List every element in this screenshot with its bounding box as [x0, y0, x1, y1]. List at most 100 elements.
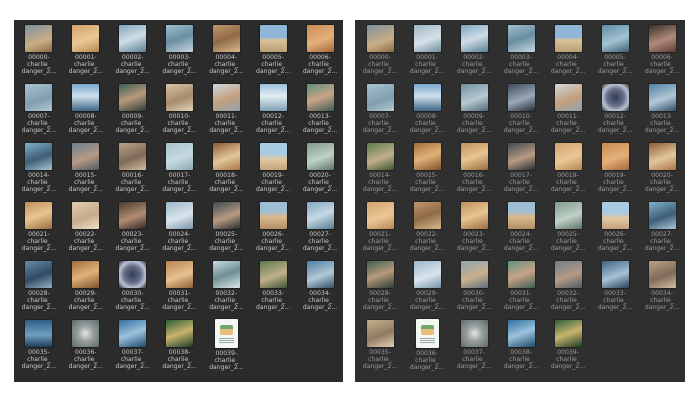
file-name-line: danger_2...: [362, 186, 398, 194]
file-item[interactable]: 00035- charlie_ danger_2...: [357, 319, 403, 375]
file-item[interactable]: 00039- charlie_ danger_2...: [545, 319, 591, 375]
file-item[interactable]: 00001- charlie_ danger_2...: [63, 24, 109, 80]
file-item[interactable]: 00028- charlie_ danger_2...: [357, 260, 403, 316]
file-item[interactable]: 00038- charlie_ danger_2...: [498, 319, 544, 375]
file-item[interactable]: 00026- charlie_ danger_2...: [592, 201, 638, 257]
file-item[interactable]: 00032- charlie_ danger_2...: [545, 260, 591, 316]
file-item[interactable]: 00027- charlie_ danger_2...: [297, 201, 343, 257]
file-item[interactable]: 00005- charlie_ danger_2...: [592, 24, 638, 80]
file-item[interactable]: 00021- charlie_ danger_2...: [16, 201, 62, 257]
file-item[interactable]: 00030- charlie_ danger_2...: [110, 260, 156, 316]
file-item[interactable]: 00006- charlie_ danger_2...: [639, 24, 685, 80]
file-item[interactable]: 00031- charlie_ danger_2...: [157, 260, 203, 316]
file-item[interactable]: 00009- charlie_ danger_2...: [110, 83, 156, 139]
file-item[interactable]: 00035- charlie_ danger_2...: [16, 319, 62, 375]
file-item[interactable]: 00004- charlie_ danger_2...: [545, 24, 591, 80]
image-thumbnail: [507, 320, 535, 347]
file-item[interactable]: 00002- charlie_ danger_2...: [110, 24, 156, 80]
file-item[interactable]: 00030- charlie_ danger_2...: [451, 260, 497, 316]
file-item[interactable]: 00023- charlie_ danger_2...: [110, 201, 156, 257]
file-item[interactable]: 00025- charlie_ danger_2...: [203, 201, 249, 257]
file-item[interactable]: 00034- charlie_ danger_2...: [297, 260, 343, 316]
file-item[interactable]: 00012- charlie_ danger_2...: [592, 83, 638, 139]
file-item[interactable]: 00032- charlie_ danger_2...: [203, 260, 249, 316]
file-item[interactable]: 00037- charlie_ danger_2...: [451, 319, 497, 375]
file-name-line: danger_2...: [503, 127, 539, 135]
file-item[interactable]: 00007- charlie_ danger_2...: [357, 83, 403, 139]
file-name: 00029- charlie_ danger_2...: [69, 290, 103, 312]
file-name: 00017- charlie_ danger_2...: [162, 172, 196, 194]
file-item[interactable]: 00020- charlie_ danger_2...: [297, 142, 343, 198]
file-item[interactable]: 00022- charlie_ danger_2...: [63, 201, 109, 257]
file-item[interactable]: 00019- charlie_ danger_2...: [250, 142, 296, 198]
file-item[interactable]: 00008- charlie_ danger_2...: [63, 83, 109, 139]
file-item[interactable]: 00011- charlie_ danger_2...: [203, 83, 249, 139]
file-item[interactable]: 00022- charlie_ danger_2...: [404, 201, 450, 257]
file-item[interactable]: 00023- charlie_ danger_2...: [451, 201, 497, 257]
image-thumbnail: [413, 143, 441, 170]
file-item[interactable]: 00017- charlie_ danger_2...: [157, 142, 203, 198]
file-item[interactable]: 00015- charlie_ danger_2...: [404, 142, 450, 198]
file-name-line: charlie_: [556, 61, 580, 69]
file-item[interactable]: 00005- charlie_ danger_2...: [250, 24, 296, 80]
file-item[interactable]: 00029- charlie_ danger_2...: [63, 260, 109, 316]
file-name-line: 00024-: [168, 231, 191, 238]
file-item[interactable]: 00027- charlie_ danger_2...: [639, 201, 685, 257]
file-name-line: 00035-: [369, 349, 391, 356]
file-item[interactable]: 00013- charlie_ danger_2...: [639, 83, 685, 139]
file-item[interactable]: 00017- charlie_ danger_2...: [498, 142, 544, 198]
file-item[interactable]: 00010- charlie_ danger_2...: [498, 83, 544, 139]
file-item[interactable]: 00006- charlie_ danger_2...: [297, 24, 343, 80]
file-item[interactable]: 00004- charlie_ danger_2...: [203, 24, 249, 80]
file-name-line: danger_2...: [68, 186, 103, 194]
file-name: 00013- charlie_ danger_2...: [303, 113, 337, 135]
file-item[interactable]: 00003- charlie_ danger_2...: [157, 24, 203, 80]
file-item[interactable]: 00024- charlie_ danger_2...: [157, 201, 203, 257]
file-item[interactable]: 00028- charlie_ danger_2...: [16, 260, 62, 316]
file-item[interactable]: 00018- charlie_ danger_2...: [545, 142, 591, 198]
file-item[interactable]: 00026- charlie_ danger_2...: [250, 201, 296, 257]
file-item[interactable]: 00029- charlie_ danger_2...: [404, 260, 450, 316]
file-item[interactable]: 00031- charlie_ danger_2...: [498, 260, 544, 316]
file-item[interactable]: 00020- charlie_ danger_2...: [639, 142, 685, 198]
file-name-line: charlie_: [73, 356, 98, 364]
file-item[interactable]: 00010- charlie_ danger_2...: [157, 83, 203, 139]
file-item[interactable]: 00036- charlie_ danger_2...: [404, 319, 450, 375]
file-item[interactable]: 00000- charlie_ danger_2...: [357, 24, 403, 80]
file-item[interactable]: 00003- charlie_ danger_2...: [498, 24, 544, 80]
file-item[interactable]: 00002- charlie_ danger_2...: [451, 24, 497, 80]
file-item[interactable]: 00036- charlie_ danger_2...: [63, 319, 109, 375]
file-item[interactable]: 00001- charlie_ danger_2...: [404, 24, 450, 80]
file-item[interactable]: 00007- charlie_ danger_2...: [16, 83, 62, 139]
file-item[interactable]: 00039- charlie_ danger_2...: [203, 319, 249, 375]
file-item[interactable]: 00012- charlie_ danger_2...: [250, 83, 296, 139]
file-item[interactable]: 00033- charlie_ danger_2...: [592, 260, 638, 316]
file-item[interactable]: 00038- charlie_ danger_2...: [157, 319, 203, 375]
file-item[interactable]: 00013- charlie_ danger_2...: [297, 83, 343, 139]
file-item[interactable]: 00037- charlie_ danger_2...: [110, 319, 156, 375]
file-item[interactable]: 00009- charlie_ danger_2...: [451, 83, 497, 139]
file-item[interactable]: 00014- charlie_ danger_2...: [357, 142, 403, 198]
image-thumbnail: [460, 84, 488, 111]
file-item[interactable]: 00024- charlie_ danger_2...: [498, 201, 544, 257]
file-item[interactable]: 00033- charlie_ danger_2...: [250, 260, 296, 316]
file-name-line: danger_2...: [256, 68, 291, 76]
file-item[interactable]: 00015- charlie_ danger_2...: [63, 142, 109, 198]
file-item[interactable]: 00016- charlie_ danger_2...: [110, 142, 156, 198]
file-item[interactable]: 00008- charlie_ danger_2...: [404, 83, 450, 139]
file-name-line: 00005-: [604, 54, 626, 61]
file-item[interactable]: 00016- charlie_ danger_2...: [451, 142, 497, 198]
file-item[interactable]: 00000- charlie_ danger_2...: [16, 24, 62, 80]
file-name-line: 00012-: [262, 113, 284, 120]
file-item[interactable]: 00034- charlie_ danger_2...: [639, 260, 685, 316]
file-item[interactable]: 00025- charlie_ danger_2...: [545, 201, 591, 257]
file-item[interactable]: 00021- charlie_ danger_2...: [357, 201, 403, 257]
file-item[interactable]: 00014- charlie_ danger_2...: [16, 142, 62, 198]
file-item[interactable]: 00011- charlie_ danger_2...: [545, 83, 591, 139]
file-name-line: charlie_: [368, 356, 392, 364]
file-item[interactable]: 00019- charlie_ danger_2...: [592, 142, 638, 198]
file-name-line: charlie_: [73, 297, 98, 305]
file-name-line: charlie_: [462, 297, 486, 305]
file-item[interactable]: 00018- charlie_ danger_2...: [203, 142, 249, 198]
file-name-line: danger_2...: [115, 245, 150, 253]
